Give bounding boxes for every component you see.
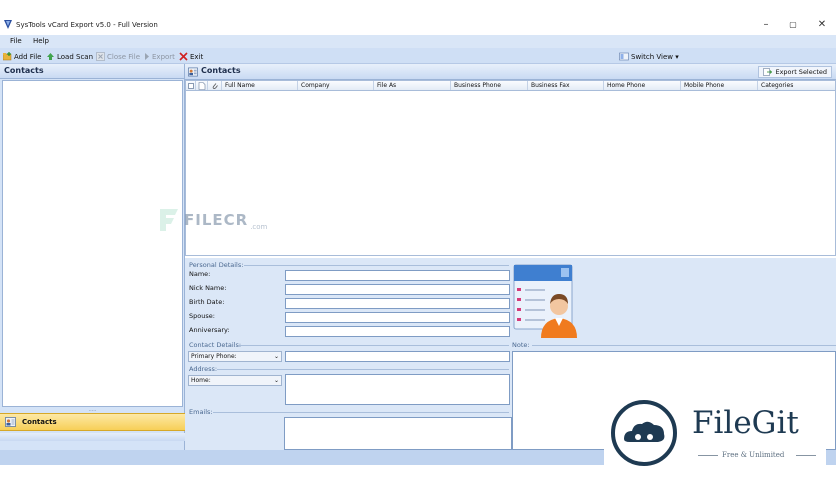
spouse-label: Spouse: <box>189 312 215 320</box>
filegit-watermark: FileGit Free & Unlimited <box>604 393 826 471</box>
contacts-header-icon <box>188 67 198 77</box>
birth-date-label: Birth Date: <box>189 298 225 306</box>
contacts-panel-header: Contacts Export Selected <box>185 64 836 80</box>
filegit-name: FileGit <box>692 405 799 441</box>
note-label: Note: <box>512 341 530 349</box>
nav-item-contacts[interactable]: Contacts <box>0 413 185 431</box>
filecr-domain: .com <box>250 223 268 231</box>
address-type-select-value: Home: <box>191 377 211 384</box>
emails-label: Emails: <box>189 408 213 416</box>
folder-panel: Contacts ..... Contacts <box>0 64 185 450</box>
column-mobile-phone[interactable]: Mobile Phone <box>681 81 758 90</box>
exit-label: Exit <box>190 52 204 61</box>
filecr-logo-icon <box>160 209 178 231</box>
filegit-logo-icon <box>611 400 677 466</box>
personal-details-group: Personal Details: <box>189 261 509 269</box>
export-selected-icon <box>763 68 773 76</box>
filegit-tagline: Free & Unlimited <box>722 451 785 459</box>
nick-name-field[interactable] <box>285 284 510 295</box>
note-group: Note: <box>512 341 836 349</box>
address-group: Address: <box>189 365 509 373</box>
switch-view-label: Switch View ▾ <box>631 52 679 61</box>
paperclip-icon <box>212 83 218 89</box>
load-scan-icon <box>47 53 54 60</box>
export-selected-label: Export Selected <box>775 68 827 76</box>
menu-help[interactable]: Help <box>33 37 49 45</box>
primary-phone-select-value: Primary Phone: <box>191 353 237 360</box>
grid-header: Full Name Company File As Business Phone… <box>186 81 835 91</box>
address-type-select[interactable]: Home: ⌄ <box>188 375 282 386</box>
filecr-name: FILECR <box>184 211 249 229</box>
emails-group: Emails: <box>189 408 509 416</box>
select-all-checkbox[interactable] <box>186 81 196 90</box>
birth-date-field[interactable] <box>285 298 510 309</box>
contact-avatar-icon <box>513 264 577 338</box>
add-file-button[interactable]: Add File <box>3 51 42 62</box>
primary-phone-select[interactable]: Primary Phone: ⌄ <box>188 351 282 362</box>
panel-splitter[interactable]: ..... <box>0 408 185 413</box>
column-company[interactable]: Company <box>298 81 374 90</box>
contacts-grid[interactable]: Full Name Company File As Business Phone… <box>185 80 836 256</box>
add-file-label: Add File <box>14 52 42 61</box>
window-title: SysTools vCard Export v5.0 - Full Versio… <box>16 21 158 29</box>
column-home-phone[interactable]: Home Phone <box>604 81 681 90</box>
document-icon <box>198 82 206 90</box>
nick-name-label: Nick Name: <box>189 284 227 292</box>
contacts-panel-title: Contacts <box>201 66 241 75</box>
phone-field[interactable] <box>285 351 510 362</box>
menu-bar: File Help <box>0 35 836 48</box>
contacts-card-icon <box>5 417 16 427</box>
grid-attachment-column[interactable] <box>208 81 222 90</box>
column-file-as[interactable]: File As <box>374 81 451 90</box>
export-arrow-icon <box>145 53 149 60</box>
load-scan-label: Load Scan <box>57 52 94 61</box>
column-business-phone[interactable]: Business Phone <box>451 81 528 90</box>
anniversary-label: Anniversary: <box>189 326 230 334</box>
chevron-down-icon: ⌄ <box>273 377 279 384</box>
export-button[interactable]: Export <box>144 51 175 62</box>
grid-document-column[interactable] <box>196 81 208 90</box>
exit-x-icon <box>179 52 188 61</box>
export-label: Export <box>152 52 175 61</box>
exit-button[interactable]: Exit <box>179 51 203 62</box>
minimize-button[interactable]: – <box>759 19 773 30</box>
folder-add-icon <box>3 52 12 61</box>
chevron-down-icon: ⌄ <box>273 353 279 360</box>
toolbar: Add File Load Scan Close File Export Exi… <box>0 48 836 64</box>
contact-details-label: Contact Details: <box>189 341 242 349</box>
maximize-button[interactable]: ▢ <box>786 20 800 29</box>
anniversary-field[interactable] <box>285 326 510 337</box>
app-logo-icon <box>4 20 12 29</box>
close-button[interactable]: ✕ <box>815 19 829 30</box>
load-scan-button[interactable]: Load Scan <box>46 51 93 62</box>
name-field[interactable] <box>285 270 510 281</box>
column-categories[interactable]: Categories <box>758 81 833 90</box>
title-bar: SysTools vCard Export v5.0 - Full Versio… <box>0 14 836 34</box>
emails-field[interactable] <box>284 417 512 450</box>
personal-details-label: Personal Details: <box>189 261 244 269</box>
close-file-label: Close File <box>107 52 141 61</box>
switch-view-button[interactable]: Switch View ▾ <box>619 51 679 62</box>
export-selected-button[interactable]: Export Selected <box>758 66 832 78</box>
column-full-name[interactable]: Full Name <box>222 81 298 90</box>
close-file-icon <box>96 52 105 61</box>
filecr-watermark: FILECR .com <box>158 207 267 233</box>
nav-item-contacts-label: Contacts <box>22 418 57 426</box>
contact-details-group: Contact Details: <box>189 341 509 349</box>
address-label: Address: <box>189 365 218 373</box>
spouse-field[interactable] <box>285 312 510 323</box>
folder-tree[interactable] <box>2 80 183 407</box>
folder-panel-header: Contacts <box>0 64 184 79</box>
address-field[interactable] <box>285 374 510 405</box>
name-label: Name: <box>189 270 211 278</box>
close-file-button[interactable]: Close File <box>96 51 140 62</box>
switch-view-icon <box>619 52 629 61</box>
menu-file[interactable]: File <box>10 37 22 45</box>
nav-overflow-bar[interactable] <box>0 433 185 441</box>
column-business-fax[interactable]: Business Fax <box>528 81 604 90</box>
